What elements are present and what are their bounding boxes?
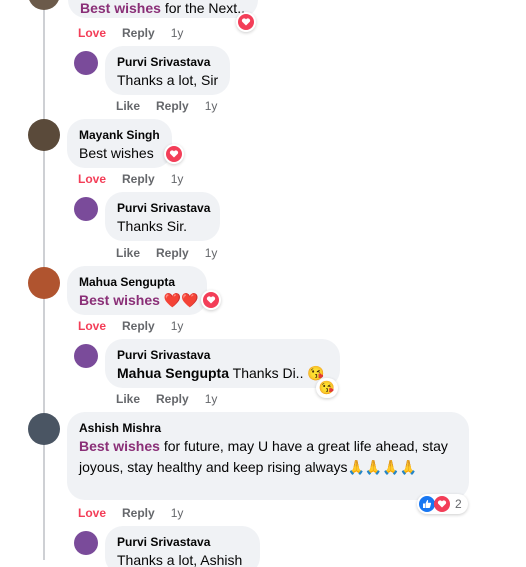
love-reaction-icon: [166, 146, 182, 162]
timestamp[interactable]: 1y: [205, 98, 218, 114]
reply-button[interactable]: Reply: [122, 25, 155, 41]
reply-button[interactable]: Reply: [122, 505, 155, 521]
timestamp[interactable]: 1y: [205, 391, 218, 407]
reaction-badge[interactable]: 😘: [316, 378, 338, 398]
like-button[interactable]: Like: [116, 391, 140, 407]
comment-actions: Love Reply 1y: [78, 25, 183, 41]
comment-actions: Like Reply 1y: [116, 98, 217, 114]
comment-author[interactable]: Purvi Srivastava: [117, 200, 210, 216]
comment-bubble: Purvi Srivastava Thanks a lot, Sir: [105, 46, 230, 95]
love-button[interactable]: Love: [78, 171, 106, 187]
comment-author[interactable]: Mayank Singh: [79, 127, 160, 143]
reply-button[interactable]: Reply: [156, 391, 189, 407]
reply-button[interactable]: Reply: [156, 98, 189, 114]
mention-link[interactable]: Best wishes: [79, 438, 160, 454]
reaction-badge[interactable]: [164, 144, 184, 164]
timestamp[interactable]: 1y: [171, 25, 184, 41]
comment-actions: Love Reply 1y: [78, 318, 183, 334]
avatar[interactable]: [74, 531, 98, 555]
comment-actions: Like Reply 1y: [116, 245, 217, 261]
comment-author[interactable]: Purvi Srivastava: [117, 534, 248, 550]
comment-text: Best wishes: [79, 145, 154, 161]
comment-actions: Love Reply 1y: [78, 171, 183, 187]
mention-link[interactable]: Best wishes: [80, 0, 161, 16]
comment-bubble: Purvi Srivastava Mahua Sengupta Thanks D…: [105, 339, 340, 388]
reaction-badge[interactable]: [236, 12, 256, 32]
comment-text: Thanks a lot, Ashish: [117, 552, 243, 567]
avatar[interactable]: [28, 413, 60, 445]
love-reaction-icon: [203, 292, 219, 308]
comment-actions: Like Reply 1y: [116, 391, 217, 407]
comment-text: Best wishes for future, may U have a gre…: [79, 438, 448, 475]
avatar[interactable]: [74, 51, 98, 75]
timestamp[interactable]: 1y: [205, 245, 218, 261]
love-button[interactable]: Love: [78, 318, 106, 334]
love-reaction-icon: [238, 14, 254, 30]
comment-author[interactable]: Ashish Mishra: [79, 420, 457, 436]
avatar[interactable]: [28, 119, 60, 151]
timestamp[interactable]: 1y: [171, 171, 184, 187]
timestamp[interactable]: 1y: [171, 318, 184, 334]
comment-bubble: Mayank Singh Best wishes: [67, 119, 172, 168]
comment-text: Thanks Sir.: [117, 218, 188, 234]
comment-bubble: Best wishes for the Next..: [68, 0, 258, 18]
avatar[interactable]: [74, 197, 98, 221]
comment-actions: Love Reply 1y: [78, 505, 183, 521]
timestamp[interactable]: 1y: [171, 505, 184, 521]
reply-button[interactable]: Reply: [122, 171, 155, 187]
comment-text: Thanks a lot, Sir: [117, 72, 219, 88]
like-button[interactable]: Like: [116, 98, 140, 114]
comment-bubble: Ashish Mishra Best wishes for future, ma…: [67, 412, 469, 500]
reply-button[interactable]: Reply: [156, 245, 189, 261]
comment-text: Best wishes ❤️❤️: [79, 292, 199, 308]
like-reaction-icon: [419, 496, 435, 512]
comment-bubble: Purvi Srivastava Thanks Sir.: [105, 192, 220, 241]
mention-link[interactable]: Best wishes: [79, 292, 160, 308]
like-button[interactable]: Like: [116, 245, 140, 261]
avatar[interactable]: [28, 267, 60, 299]
comment-author[interactable]: Purvi Srivastava: [117, 347, 328, 363]
reply-button[interactable]: Reply: [122, 318, 155, 334]
reaction-count: 2: [455, 497, 462, 511]
love-reaction-icon: [434, 496, 450, 512]
comment-bubble: Mahua Sengupta Best wishes ❤️❤️: [67, 266, 207, 315]
reaction-badge[interactable]: [201, 290, 221, 310]
comment-author[interactable]: Purvi Srivastava: [117, 54, 218, 70]
mention-link[interactable]: Mahua Sengupta: [117, 365, 229, 381]
avatar[interactable]: [28, 0, 60, 10]
kiss-emoji-icon: 😘: [318, 380, 336, 395]
comment-text: Best wishes for the Next..: [80, 0, 245, 16]
love-button[interactable]: Love: [78, 25, 106, 41]
comment-author[interactable]: Mahua Sengupta: [79, 274, 195, 290]
reaction-badge[interactable]: 2: [417, 494, 468, 514]
comment-bubble: Purvi Srivastava Thanks a lot, Ashish: [105, 526, 260, 567]
comment-text: Mahua Sengupta Thanks Di.. 😘: [117, 365, 325, 381]
avatar[interactable]: [74, 344, 98, 368]
love-button[interactable]: Love: [78, 505, 106, 521]
